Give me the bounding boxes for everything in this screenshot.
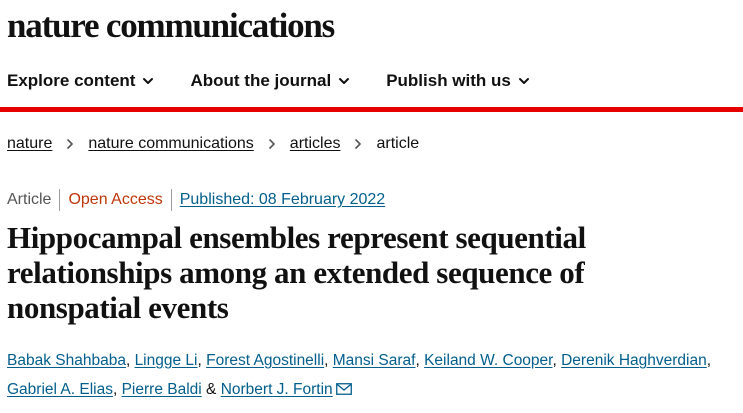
author-link[interactable]: Derenik Haghverdian bbox=[561, 352, 707, 369]
open-access-badge: Open Access bbox=[68, 191, 163, 208]
nav-explore-content-label: Explore content bbox=[7, 71, 136, 90]
main-nav: Explore content About the journal Publis… bbox=[7, 66, 530, 96]
chevron-down-icon bbox=[143, 78, 154, 84]
accent-bar bbox=[0, 107, 743, 112]
chevron-down-icon bbox=[339, 78, 350, 84]
author-link[interactable]: Mansi Saraf bbox=[333, 352, 416, 369]
author-separator: , bbox=[197, 352, 202, 369]
nav-publish-with-us-label: Publish with us bbox=[386, 71, 511, 90]
nav-explore-content[interactable]: Explore content bbox=[7, 71, 154, 91]
breadcrumb-current: article bbox=[376, 135, 420, 152]
author-list: Babak Shahbaba, Lingge Li, Forest Agosti… bbox=[7, 346, 737, 404]
meta-divider bbox=[59, 189, 61, 211]
breadcrumb-nature[interactable]: nature bbox=[7, 135, 52, 153]
author-link[interactable]: Norbert J. Fortin bbox=[221, 381, 333, 398]
author-link[interactable]: Forest Agostinelli bbox=[206, 352, 324, 369]
chevron-right-icon bbox=[355, 139, 362, 149]
author-separator: , bbox=[324, 352, 329, 369]
article-type: Article bbox=[7, 191, 52, 208]
author-link[interactable]: Babak Shahbaba bbox=[7, 352, 126, 369]
nav-about-the-journal-label: About the journal bbox=[190, 71, 332, 90]
author-separator: , bbox=[415, 352, 420, 369]
nav-about-the-journal[interactable]: About the journal bbox=[190, 71, 350, 91]
meta-divider bbox=[170, 189, 172, 211]
chevron-right-icon bbox=[268, 139, 275, 149]
breadcrumb-articles[interactable]: articles bbox=[290, 135, 341, 153]
author-separator: , bbox=[112, 381, 118, 398]
article-title: Hippocampal ensembles represent sequenti… bbox=[7, 220, 586, 325]
author-link[interactable]: Keiland W. Cooper bbox=[424, 352, 552, 369]
masthead: nature communications bbox=[7, 2, 335, 48]
breadcrumb-nature-communications[interactable]: nature communications bbox=[88, 135, 253, 153]
author-link[interactable]: Pierre Baldi bbox=[122, 381, 202, 398]
journal-logo[interactable]: nature communications bbox=[7, 8, 335, 43]
author-link[interactable]: Lingge Li bbox=[135, 352, 198, 369]
nav-publish-with-us[interactable]: Publish with us bbox=[386, 71, 530, 91]
mail-icon[interactable] bbox=[335, 383, 352, 395]
chevron-down-icon bbox=[518, 78, 529, 84]
breadcrumb: nature nature communications articles ar… bbox=[7, 133, 419, 155]
published-date-link[interactable]: Published: 08 February 2022 bbox=[180, 191, 385, 209]
article-meta: Article Open Access Published: 08 Februa… bbox=[7, 189, 385, 211]
author-separator: , bbox=[125, 352, 131, 369]
author-link[interactable]: Gabriel A. Elias bbox=[7, 381, 113, 398]
author-and: & bbox=[206, 381, 217, 398]
author-separator: , bbox=[552, 352, 557, 369]
author-separator: , bbox=[706, 352, 712, 369]
chevron-right-icon bbox=[67, 139, 74, 149]
